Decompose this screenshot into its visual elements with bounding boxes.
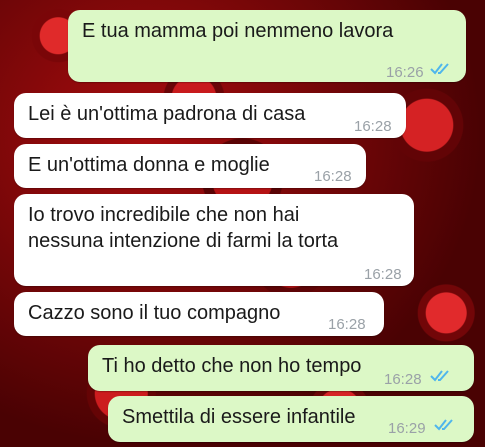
message-timestamp: 16:28 — [364, 266, 402, 283]
message-text: E un'ottima donna e moglie — [28, 154, 270, 176]
message-text: E tua mamma poi nemmeno lavora — [82, 20, 394, 42]
double-check-icon — [434, 418, 456, 432]
message-timestamp: 16:28 — [328, 316, 366, 333]
message-bubble-incoming[interactable]: Io trovo incredibile che non hai nessuna… — [14, 194, 414, 286]
message-bubble-outgoing[interactable]: Smettila di essere infantile 16:29 — [108, 396, 474, 442]
message-text-line1: Io trovo incredibile che non hai — [28, 204, 300, 226]
message-text: Ti ho detto che non ho tempo — [102, 355, 362, 377]
message-text: Cazzo sono il tuo compagno — [28, 302, 281, 324]
message-timestamp: 16:26 — [386, 64, 424, 81]
message-timestamp: 16:28 — [314, 168, 352, 185]
message-timestamp: 16:28 — [354, 118, 392, 135]
message-text: Smettila di essere infantile — [122, 406, 356, 428]
message-bubble-outgoing[interactable]: E tua mamma poi nemmeno lavora 16:26 — [68, 10, 466, 82]
double-check-icon — [430, 369, 452, 383]
message-bubble-incoming[interactable]: E un'ottima donna e moglie 16:28 — [14, 144, 366, 188]
message-bubble-outgoing[interactable]: Ti ho detto che non ho tempo 16:28 — [88, 345, 474, 391]
message-timestamp: 16:29 — [388, 420, 426, 437]
double-check-icon — [430, 62, 452, 76]
message-bubble-incoming[interactable]: Cazzo sono il tuo compagno 16:28 — [14, 292, 384, 336]
message-text: Lei è un'ottima padrona di casa — [28, 103, 306, 125]
message-bubble-incoming[interactable]: Lei è un'ottima padrona di casa 16:28 — [14, 93, 406, 138]
message-timestamp: 16:28 — [384, 371, 422, 388]
message-text-line2: nessuna intenzione di farmi la torta — [28, 230, 339, 252]
